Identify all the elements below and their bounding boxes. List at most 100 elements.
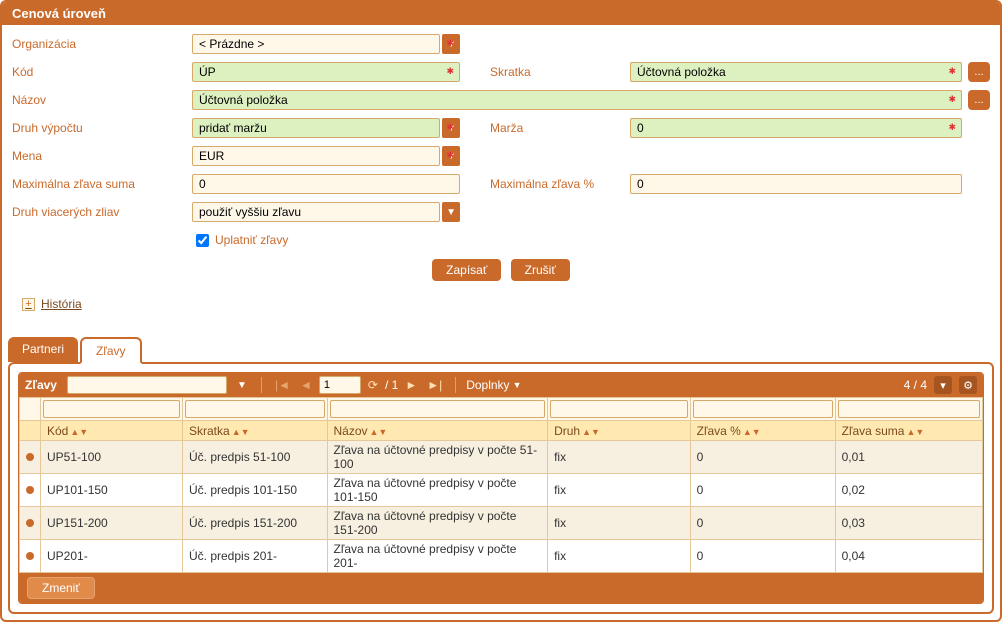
org-dropdown-icon[interactable]: ▼ <box>442 34 460 54</box>
cell-skratka: Úč. predpis 151-200 <box>183 507 328 540</box>
col-nazov[interactable]: Názov▲▼ <box>327 421 548 441</box>
history-toggle[interactable]: + História <box>22 297 82 311</box>
uplatnit-checkbox[interactable] <box>196 234 209 247</box>
settings-icon[interactable]: ⚙ <box>959 376 977 394</box>
druhviac-dropdown-icon[interactable]: ▼ <box>442 202 460 222</box>
cell-druh: fix <box>548 474 691 507</box>
pager-last-icon[interactable]: ►| <box>424 378 445 392</box>
tab-body-zlavy: Zľavy ▼ |◄ ◄ ⟳ / 1 ► ►| Doplnky ▼ 4 / 4 … <box>8 362 994 614</box>
cell-nazov: Zľava na účtovné predpisy v počte 51-100 <box>327 441 548 474</box>
marza-label: Marža <box>490 121 630 135</box>
uplatnit-checkbox-wrap[interactable]: Uplatniť zľavy <box>192 231 288 250</box>
pager-refresh-icon[interactable]: ⟳ <box>365 378 381 392</box>
cell-suma: 0,04 <box>835 540 982 573</box>
druhvyp-dropdown-icon[interactable]: ▼ <box>442 118 460 138</box>
cancel-button[interactable]: Zrušiť <box>511 259 570 281</box>
price-level-panel: Cenová úroveň Organizácia ▼ Kód Skratka … <box>0 0 1002 622</box>
cell-nazov: Zľava na účtovné predpisy v počte 151-20… <box>327 507 548 540</box>
tab-bar: Partneri Zľavy <box>8 337 994 362</box>
row-bullet-icon <box>26 453 34 461</box>
org-label: Organizácia <box>12 37 192 51</box>
cell-nazov: Zľava na účtovné predpisy v počte 101-15… <box>327 474 548 507</box>
maxsuma-input[interactable] <box>192 174 460 194</box>
header-row: Kód▲▼ Skratka▲▼ Názov▲▼ Druh▲▼ Zľava %▲▼… <box>20 421 983 441</box>
col-pct[interactable]: Zľava %▲▼ <box>690 421 835 441</box>
filter-nazov[interactable] <box>330 400 546 418</box>
kod-input[interactable] <box>192 62 460 82</box>
filter-druh[interactable] <box>550 400 688 418</box>
row-bullet-icon <box>26 519 34 527</box>
plus-icon: + <box>22 298 35 311</box>
grid-count: 4 / 4 <box>904 378 927 392</box>
filter-kod[interactable] <box>43 400 180 418</box>
cell-suma: 0,03 <box>835 507 982 540</box>
cell-suma: 0,01 <box>835 441 982 474</box>
skratka-input[interactable] <box>630 62 962 82</box>
doplnky-menu[interactable]: Doplnky ▼ <box>466 378 521 392</box>
mena-dropdown-icon[interactable]: ▼ <box>442 146 460 166</box>
grid-filter-dropdown-icon[interactable]: ▼ <box>233 376 251 394</box>
save-button[interactable]: Zapísať <box>432 259 501 281</box>
table-row[interactable]: UP151-200Úč. predpis 151-200Zľava na účt… <box>20 507 983 540</box>
grid-filter-dropdown[interactable] <box>67 376 227 394</box>
grid-title: Zľavy <box>25 378 57 392</box>
mena-label: Mena <box>12 149 192 163</box>
edit-button[interactable]: Zmeniť <box>27 577 95 599</box>
cell-kod: UP201- <box>41 540 183 573</box>
grid-table: Kód▲▼ Skratka▲▼ Názov▲▼ Druh▲▼ Zľava %▲▼… <box>19 397 983 573</box>
cell-druh: fix <box>548 507 691 540</box>
pager-first-icon[interactable]: |◄ <box>272 378 293 392</box>
cell-kod: UP101-150 <box>41 474 183 507</box>
cell-kod: UP151-200 <box>41 507 183 540</box>
cell-druh: fix <box>548 441 691 474</box>
col-kod[interactable]: Kód▲▼ <box>41 421 183 441</box>
maxpct-input[interactable] <box>630 174 962 194</box>
filter-skratka[interactable] <box>185 400 325 418</box>
history-label: História <box>41 297 82 311</box>
cell-pct: 0 <box>690 507 835 540</box>
nazov-input[interactable] <box>192 90 962 110</box>
cell-suma: 0,02 <box>835 474 982 507</box>
filter-pct[interactable] <box>693 400 833 418</box>
col-suma[interactable]: Zľava suma▲▼ <box>835 421 982 441</box>
druhvyp-label: Druh výpočtu <box>12 121 192 135</box>
filter-row <box>20 398 983 421</box>
col-druh[interactable]: Druh▲▼ <box>548 421 691 441</box>
tab-partneri[interactable]: Partneri <box>8 337 78 362</box>
cell-pct: 0 <box>690 540 835 573</box>
cell-nazov: Zľava na účtovné predpisy v počte 201- <box>327 540 548 573</box>
cell-skratka: Úč. predpis 201- <box>183 540 328 573</box>
zlavy-grid: Zľavy ▼ |◄ ◄ ⟳ / 1 ► ►| Doplnky ▼ 4 / 4 … <box>18 372 984 604</box>
maxpct-label: Maximálna zľava % <box>490 177 630 191</box>
panel-title: Cenová úroveň <box>2 2 1000 25</box>
pager-prev-icon[interactable]: ◄ <box>297 378 315 392</box>
pager-next-icon[interactable]: ► <box>402 378 420 392</box>
cell-skratka: Úč. predpis 101-150 <box>183 474 328 507</box>
pager-total: / 1 <box>385 378 398 392</box>
cell-pct: 0 <box>690 441 835 474</box>
skratka-lookup-button[interactable]: ... <box>968 62 990 82</box>
cell-skratka: Úč. predpis 51-100 <box>183 441 328 474</box>
marza-input[interactable] <box>630 118 962 138</box>
mena-input[interactable] <box>192 146 440 166</box>
table-row[interactable]: UP201-Úč. predpis 201-Zľava na účtovné p… <box>20 540 983 573</box>
table-row[interactable]: UP51-100Úč. predpis 51-100Zľava na účtov… <box>20 441 983 474</box>
chevron-down-icon: ▼ <box>513 380 522 390</box>
row-bullet-icon <box>26 552 34 560</box>
nazov-lookup-button[interactable]: ... <box>968 90 990 110</box>
org-input[interactable] <box>192 34 440 54</box>
grid-toolbar: Zľavy ▼ |◄ ◄ ⟳ / 1 ► ►| Doplnky ▼ 4 / 4 … <box>19 373 983 397</box>
druhviac-label: Druh viacerých zliav <box>12 205 192 219</box>
kod-label: Kód <box>12 65 192 79</box>
cell-pct: 0 <box>690 474 835 507</box>
table-row[interactable]: UP101-150Úč. predpis 101-150Zľava na účt… <box>20 474 983 507</box>
cell-druh: fix <box>548 540 691 573</box>
druhvyp-input[interactable] <box>192 118 440 138</box>
pager-current-input[interactable] <box>319 376 361 394</box>
nazov-label: Názov <box>12 93 192 107</box>
druhviac-input[interactable] <box>192 202 440 222</box>
tab-zlavy[interactable]: Zľavy <box>80 337 142 364</box>
col-skratka[interactable]: Skratka▲▼ <box>183 421 328 441</box>
filter-suma[interactable] <box>838 400 980 418</box>
filter-icon[interactable]: ▾ <box>934 376 952 394</box>
